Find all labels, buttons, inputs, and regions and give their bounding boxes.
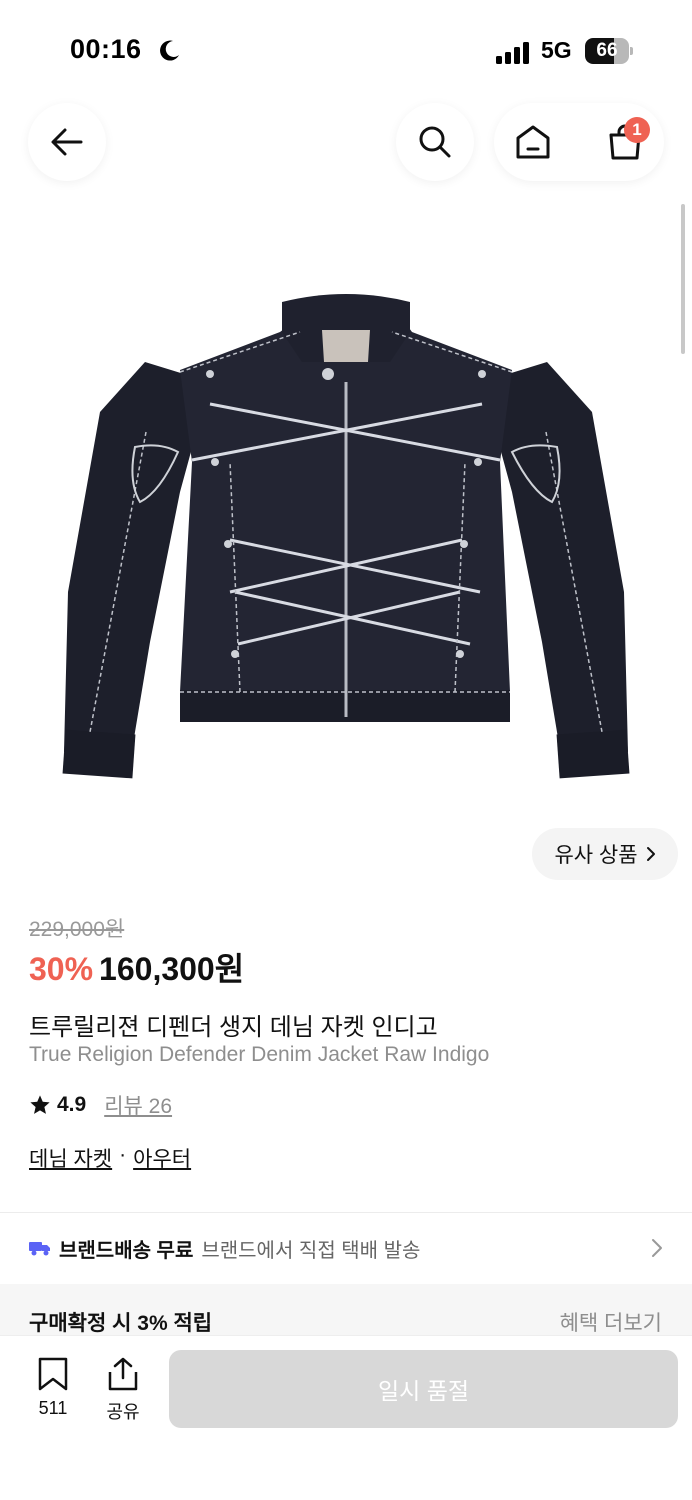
category-breadcrumb: 데님 자켓 · 아우터 [29,1143,191,1173]
rating-row: 4.9 리뷰 26 [29,1090,172,1120]
back-button[interactable] [28,103,106,181]
product-title-en: True Religion Defender Denim Jacket Raw … [29,1043,490,1066]
nav-pill: 1 [494,103,664,181]
bookmark-count: 511 [38,1398,68,1418]
bookmark-button[interactable]: 511 [23,1356,83,1419]
bottom-action-bar: 511 공유 일시 품절 [0,1335,692,1500]
review-link[interactable]: 리뷰 26 [104,1090,172,1120]
signal-icon [496,42,529,64]
battery-indicator: 66 [585,38,633,64]
soldout-button[interactable]: 일시 품절 [169,1350,678,1428]
product-image[interactable] [60,292,632,792]
benefit-title: 구매확정 시 3% 적립 [29,1312,213,1335]
search-icon [419,126,451,158]
similar-products-label: 유사 상품 [554,844,638,867]
status-bar: 00:16 5G 66 [0,0,692,100]
sale-price: 160,300원 [99,951,245,987]
battery-level: 66 [596,40,618,61]
original-price: 229,000원 [29,918,125,941]
share-button[interactable]: 공유 [93,1356,153,1424]
moon-icon [160,40,179,61]
shipping-title: 브랜드배송 무료 [59,1239,194,1262]
search-button[interactable] [396,103,474,181]
benefit-more-link[interactable]: 혜택 더보기 [560,1307,662,1337]
similar-products-button[interactable]: 유사 상품 [532,828,678,880]
parent-category-link[interactable]: 아우터 [133,1143,191,1173]
chevron-right-icon [646,847,655,861]
home-icon [516,125,550,159]
network-label: 5G [541,37,572,63]
star-icon [30,1095,50,1114]
scroll-indicator[interactable] [681,204,685,354]
category-link[interactable]: 데님 자켓 [29,1143,112,1173]
status-time: 00:16 [70,34,142,64]
home-button[interactable] [494,103,572,181]
shipping-description: 브랜드에서 직접 택배 발송 [201,1239,421,1262]
chevron-right-icon [652,1239,662,1257]
share-label: 공유 [106,1402,140,1422]
category-separator: · [119,1143,127,1166]
product-title-ko: 트루릴리젼 디펜더 생지 데님 자켓 인디고 [29,1014,438,1041]
discount-rate: 30% [29,951,94,987]
cart-button[interactable] [586,103,664,181]
truck-icon [29,1242,50,1256]
bookmark-icon [38,1357,68,1391]
arrow-left-icon [51,128,83,156]
share-icon [108,1357,138,1391]
cart-badge: 1 [624,117,650,143]
shipping-info-row[interactable]: 브랜드배송 무료 브랜드에서 직접 택배 발송 [0,1213,692,1283]
price-row: 30% 160,300원 [29,944,244,990]
rating-value: 4.9 [57,1093,87,1116]
